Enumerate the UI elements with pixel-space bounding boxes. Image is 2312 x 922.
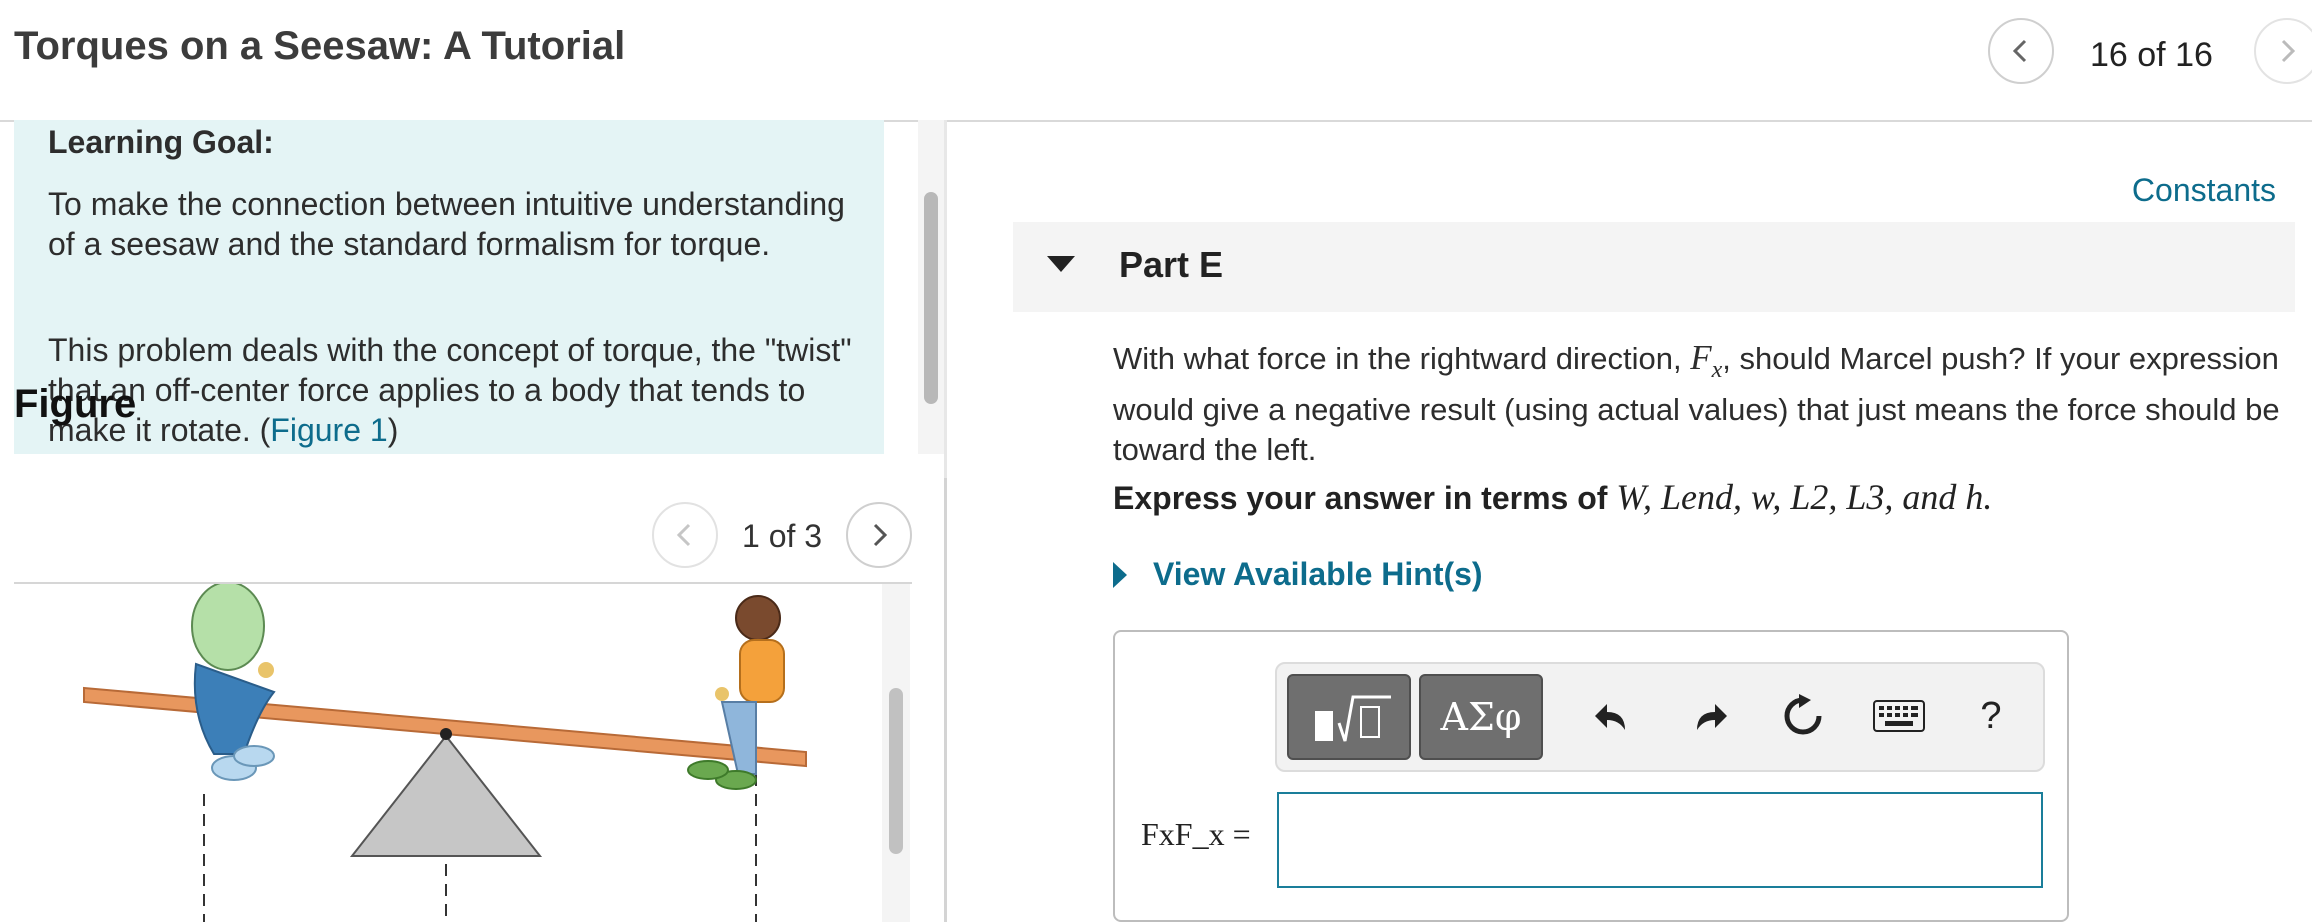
item-counter: 16 of 16: [2090, 36, 2213, 74]
figure-heading: Figure: [14, 382, 137, 426]
reset-icon[interactable]: [1775, 688, 1831, 744]
problem-intro-before: This problem deals with the concept of t…: [48, 332, 852, 448]
fraction-sqrt-icon: [1315, 695, 1391, 742]
chevron-left-icon: [2012, 39, 2027, 63]
learning-goal-text: To make the connection between intuitive…: [48, 186, 845, 262]
figure-scrollbar[interactable]: [882, 584, 910, 922]
force-variable: Fx: [1690, 338, 1722, 383]
answer-variables: W, Lend, w, L2, L3, and h.: [1616, 477, 1993, 517]
symbols-label: ΑΣφ: [1440, 695, 1522, 739]
express-prefix: Express your answer in terms of: [1113, 480, 1617, 516]
force-variable-symbol: F: [1690, 338, 1712, 377]
redo-icon[interactable]: [1681, 688, 1737, 744]
previous-item-button[interactable]: [1988, 18, 2054, 84]
symbols-button[interactable]: ΑΣφ: [1419, 674, 1543, 760]
page-title: Torques on a Seesaw: A Tutorial: [14, 24, 626, 68]
header-bar: Torques on a Seesaw: A Tutorial 16 of 16: [0, 0, 2312, 122]
figure-scrollbar-thumb[interactable]: [889, 688, 903, 854]
seesaw-figure: [14, 584, 882, 922]
problem-intro-after: ): [387, 412, 399, 448]
help-label: ?: [1980, 694, 2002, 737]
caret-right-icon: [1113, 561, 1127, 588]
undo-icon[interactable]: [1585, 688, 1641, 744]
figure-counter: 1 of 3: [742, 518, 823, 554]
part-label: Part E: [1119, 244, 1224, 285]
help-button[interactable]: ?: [1963, 688, 2019, 744]
answer-label: FxF_x =: [1141, 816, 1251, 852]
seesaw-illustration: [83, 584, 807, 922]
right-pane: Constants Part E With what force in the …: [947, 120, 2312, 922]
figure-previous-button[interactable]: [652, 502, 718, 568]
goal-scrollbar-thumb[interactable]: [924, 192, 938, 404]
constants-link[interactable]: Constants: [2132, 172, 2276, 209]
question-text: With what force in the rightward directi…: [1113, 338, 2293, 470]
chevron-right-icon: [873, 523, 888, 547]
math-toolbar: ΑΣφ ?: [1275, 662, 2045, 772]
figure-next-button[interactable]: [846, 502, 912, 568]
part-e-header[interactable]: Part E: [1013, 222, 2295, 312]
caret-down-icon: [1047, 256, 1075, 272]
answer-input[interactable]: [1277, 792, 2043, 888]
view-hints-label: View Available Hint(s): [1153, 556, 1483, 592]
learning-goal-box: Learning Goal: To make the connection be…: [14, 120, 884, 454]
templates-button[interactable]: [1287, 674, 1411, 760]
problem-intro-text: This problem deals with the concept of t…: [48, 330, 878, 450]
chevron-right-icon: [2281, 39, 2296, 63]
question-before: With what force in the rightward directi…: [1113, 341, 1691, 376]
answer-instructions: Express your answer in terms of W, Lend,…: [1113, 476, 2293, 518]
view-hints-link[interactable]: View Available Hint(s): [1113, 556, 1483, 593]
learning-goal-heading: Learning Goal:: [48, 124, 274, 160]
chevron-left-icon: [676, 523, 691, 547]
goal-scrollbar[interactable]: [918, 120, 944, 454]
next-item-button[interactable]: [2254, 18, 2312, 84]
figure-1-link[interactable]: Figure 1: [270, 412, 387, 448]
keyboard-icon[interactable]: [1869, 688, 1929, 744]
force-variable-subscript: x: [1711, 357, 1723, 383]
answer-box: ΑΣφ ? FxF_x =: [1113, 630, 2069, 922]
